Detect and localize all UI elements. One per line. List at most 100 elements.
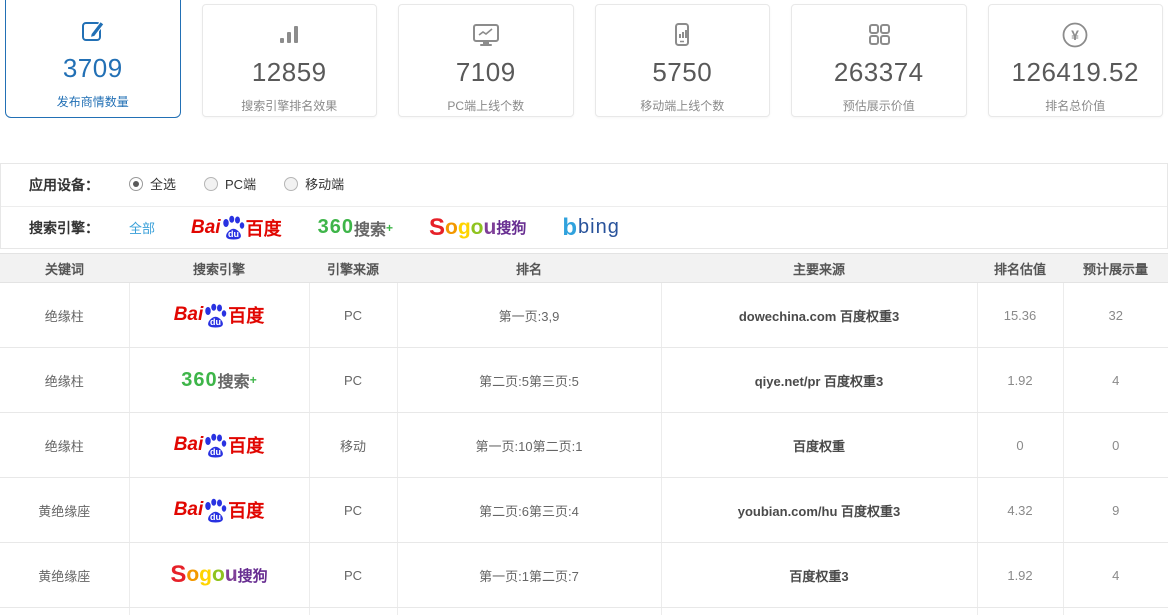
sogou-wordmark-letter: o — [445, 216, 458, 240]
device-radio-pc[interactable]: PC端 — [204, 174, 256, 193]
col-header-5: 排名估值 — [977, 254, 1063, 283]
table-row: 绝缘柱360搜索+PC第二页:5第三页:5qiye.net/pr 百度权重31.… — [0, 348, 1168, 413]
svg-text:¥: ¥ — [1071, 27, 1079, 43]
360-logo[interactable]: 360搜索+ — [318, 216, 393, 240]
stat-card[interactable]: 5750移动端上线个数 — [595, 4, 771, 117]
stat-card[interactable]: 12859 搜索引擎排名效果 — [202, 4, 378, 117]
edit-icon — [6, 17, 180, 47]
baidu-logo: Bai du百度 — [174, 497, 265, 523]
engine-all-link[interactable]: 全部 — [129, 218, 155, 237]
rank-value-cell: 15.36 — [977, 283, 1063, 348]
rank-cell: 第二页:5第三页:5 — [397, 348, 661, 413]
baidu-paw-icon: du — [203, 303, 228, 328]
est-display-cell: 0 — [1063, 413, 1168, 478]
engine-source-cell: PC — [309, 478, 397, 543]
grid-icon — [792, 21, 966, 51]
keyword-cell: 绝缘柱 — [0, 348, 129, 413]
radio-icon — [204, 177, 218, 191]
engine-cell: 360搜索+ — [129, 348, 309, 413]
stat-label: 预估展示价值 — [792, 97, 966, 114]
empty-cell — [0, 608, 129, 615]
empty-cell — [977, 608, 1063, 615]
engine-list: 全部 Bai du百度360搜索+Sogou搜狗bbing — [129, 214, 620, 242]
device-radio-all[interactable]: 全选 — [129, 174, 176, 193]
main-source-cell: 百度权重 — [661, 413, 977, 478]
stats-row: 3709 发布商情数量 12859 搜索引擎排名效果 7109PC端上线个数5750移动… — [0, 0, 1168, 121]
device-filter-label: 应用设备： — [29, 175, 99, 195]
baidu-wordmark-cn: 百度 — [228, 497, 264, 523]
360-wordmark: 360 — [181, 369, 217, 392]
rank-value-cell: 0 — [977, 413, 1063, 478]
stat-label: 发布商情数量 — [6, 93, 180, 110]
col-header-1: 搜索引擎 — [129, 254, 309, 283]
keyword-ranking-table: 关键词搜索引擎引擎来源排名主要来源排名估值预计展示量 绝缘柱Bai du百度PC… — [0, 253, 1168, 615]
baidu-wordmark-cn: 百度 — [228, 432, 264, 458]
engine-filter-row: 搜索引擎： 全部 Bai du百度360搜索+Sogou搜狗bbing — [1, 206, 1167, 248]
rank-value-cell: 1.92 — [977, 348, 1063, 413]
col-header-6: 预计展示量 — [1063, 254, 1168, 283]
stat-card[interactable]: ¥126419.52排名总价值 — [988, 4, 1164, 117]
stat-value: 3709 — [6, 53, 180, 84]
sogou-wordmark-letter: S — [170, 561, 186, 589]
baidu-wordmark-cn: 百度 — [228, 302, 264, 328]
baidu-paw-icon: du — [203, 433, 228, 458]
360-plus-mark: + — [386, 221, 393, 235]
bing-logo[interactable]: bbing — [562, 216, 619, 239]
bing-wordmark: bing — [578, 216, 620, 239]
baidu-paw-icon: du — [203, 498, 228, 523]
est-display-cell: 32 — [1063, 283, 1168, 348]
sogou-wordmark-letter: u — [484, 216, 497, 240]
radio-icon — [129, 177, 143, 191]
rank-cell: 第一页:1第二页:7 — [397, 543, 661, 608]
baidu-logo: Bai du百度 — [174, 432, 265, 458]
sogou-wordmark-letter: S — [429, 214, 445, 242]
stat-card[interactable]: 3709 发布商情数量 — [5, 0, 181, 118]
baidu-logo[interactable]: Bai du 百度 — [191, 215, 282, 241]
stat-card[interactable]: 263374预估展示价值 — [791, 4, 967, 117]
baidu-wordmark-cn: 百度 — [246, 215, 282, 241]
keyword-cell: 绝缘柱 — [0, 283, 129, 348]
bar-chart-icon — [203, 21, 377, 51]
main-source-cell: youbian.com/hu 百度权重3 — [661, 478, 977, 543]
stat-value: 12859 — [203, 57, 377, 88]
engine-cell: Bai du百度 — [129, 283, 309, 348]
est-display-cell: 9 — [1063, 478, 1168, 543]
est-display-cell: 4 — [1063, 348, 1168, 413]
stat-label: 搜索引擎排名效果 — [203, 97, 377, 114]
radio-label: 全选 — [150, 174, 176, 193]
keyword-cell: 绝缘柱 — [0, 413, 129, 478]
est-display-cell: 4 — [1063, 543, 1168, 608]
sogou-wordmark-letter: g — [458, 216, 471, 240]
svg-text:du: du — [228, 229, 239, 239]
baidu-wordmark: Bai — [174, 304, 204, 326]
table-row: 黄绝缘座Sogou搜狗PC第一页:1第二页:7百度权重31.924 — [0, 543, 1168, 608]
360-wordmark: 360 — [318, 216, 354, 239]
engine-source-cell: PC — [309, 543, 397, 608]
keyword-cell: 黄绝缘座 — [0, 543, 129, 608]
sogou-logo[interactable]: Sogou搜狗 — [429, 214, 526, 242]
svg-text:du: du — [210, 512, 221, 522]
stat-value: 5750 — [596, 57, 770, 88]
stat-card[interactable]: 7109PC端上线个数 — [398, 4, 574, 117]
stat-label: 排名总价值 — [989, 97, 1163, 114]
empty-cell — [397, 608, 661, 615]
radio-label: PC端 — [225, 174, 256, 193]
device-radio-mobile[interactable]: 移动端 — [284, 174, 344, 193]
device-filter-row: 应用设备： 全选 PC端 移动端 — [1, 164, 1167, 206]
table-row: 绝缘柱Bai du百度PC第一页:3,9dowechina.com 百度权重31… — [0, 283, 1168, 348]
rank-cell: 第一页:3,9 — [397, 283, 661, 348]
engine-cell: Bai du百度 — [129, 478, 309, 543]
empty-cell — [129, 608, 309, 615]
col-header-3: 排名 — [397, 254, 661, 283]
sogou-wordmark-letter: o — [186, 563, 199, 587]
empty-cell — [1063, 608, 1168, 615]
sogou-wordmark-letter: g — [199, 563, 212, 587]
baidu-logo: Bai du百度 — [174, 302, 265, 328]
stat-label: PC端上线个数 — [399, 97, 573, 114]
engine-cell: Sogou搜狗 — [129, 543, 309, 608]
mobile-icon — [596, 21, 770, 51]
rank-value-cell: 4.32 — [977, 478, 1063, 543]
baidu-wordmark: Bai — [191, 217, 221, 239]
sogou-wordmark-cn: 搜狗 — [496, 217, 526, 238]
engine-source-cell: 移动 — [309, 413, 397, 478]
